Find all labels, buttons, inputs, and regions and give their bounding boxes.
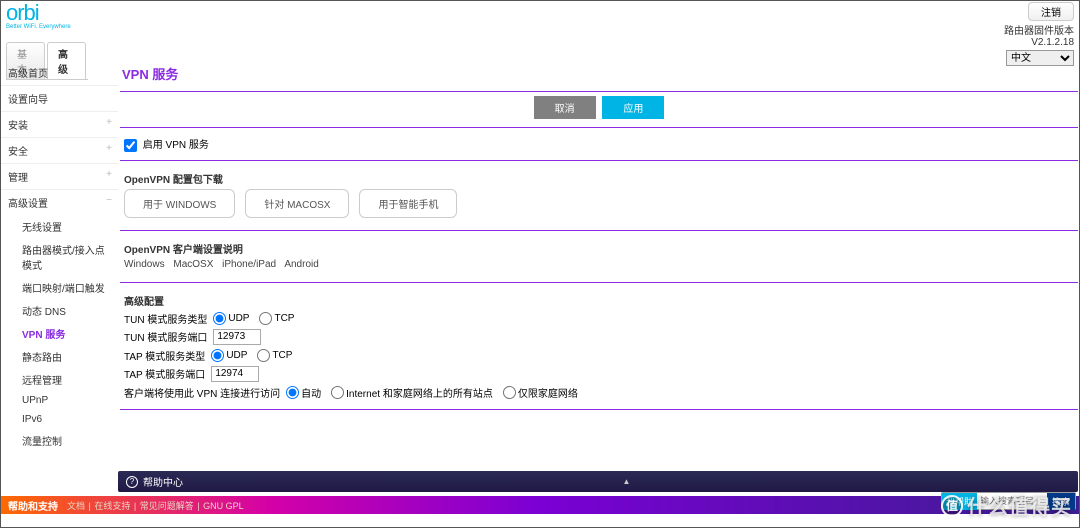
enable-vpn-label: 启用 VPN 服务 [143,140,209,151]
tun-port-label: TUN 模式服务端口 [124,329,207,344]
platform-ios[interactable]: iPhone/iPad [222,259,276,270]
support-label: 帮助和支持 [8,498,58,513]
access-home-radio[interactable] [503,386,516,399]
access-auto-radio[interactable] [286,386,299,399]
tap-udp-radio[interactable] [211,349,224,362]
sidebar-sub-ipv6[interactable]: IPv6 [0,410,118,429]
tun-port-input[interactable] [213,329,261,345]
sidebar-sub-traffic[interactable]: 流量控制 [0,429,118,452]
firmware-label: 路由器固件版本 [1004,22,1074,37]
help-icon: ? [126,476,138,488]
sidebar-item-home[interactable]: 高级首页 [0,60,118,85]
help-center-bar[interactable]: ? 帮助中心 ▲ [118,471,1078,492]
watermark-badge: 值 [941,495,963,517]
sidebar-item-install[interactable]: 安装 [0,111,118,137]
divider [120,160,1078,161]
access-all-radio[interactable] [331,386,344,399]
tap-type-label: TAP 模式服务类型 [124,348,205,363]
footer-bar: 帮助和支持 文档 | 在线支持 | 常见问题解答 | GNU GPL [0,496,1080,514]
platform-windows[interactable]: Windows [124,259,165,270]
brand-name: orbi [6,0,71,26]
help-title: 帮助中心 [143,474,183,489]
sidebar-sub-upnp[interactable]: UPnP [0,391,118,410]
footer-link-online[interactable]: 在线支持 [94,501,130,511]
enable-vpn-checkbox[interactable] [124,139,137,152]
tap-port-input[interactable] [211,366,259,382]
tap-port-label: TAP 模式服务端口 [124,366,205,381]
sidebar-sub-remote[interactable]: 远程管理 [0,368,118,391]
tun-tcp-radio[interactable] [259,312,272,325]
platform-macosx[interactable]: MacOSX [173,259,213,270]
cancel-button[interactable]: 取消 [534,96,596,119]
footer-link-docs[interactable]: 文档 [67,501,85,511]
watermark-text: 什么值得买 [967,491,1072,520]
footer-link-gpl[interactable]: GNU GPL [203,501,244,511]
advanced-heading: 高级配置 [124,293,1074,308]
sidebar-sub-route[interactable]: 静态路由 [0,345,118,368]
footer-link-faq[interactable]: 常见问题解答 [140,501,194,511]
sidebar-sub-ddns[interactable]: 动态 DNS [0,299,118,322]
sidebar-item-advanced[interactable]: 高级设置 [0,189,118,215]
platform-links: Windows MacOSX iPhone/iPad Android [124,259,1074,270]
sidebar-sub-vpn[interactable]: VPN 服务 [0,322,118,345]
instructions-heading: OpenVPN 客户端设置说明 [124,241,1074,256]
platform-android[interactable]: Android [284,259,318,270]
tap-tcp-radio[interactable] [257,349,270,362]
divider [120,409,1078,410]
download-windows-button[interactable]: 用于 WINDOWS [124,189,235,218]
sidebar-item-admin[interactable]: 管理 [0,163,118,189]
divider [120,91,1078,92]
sidebar-sub-port[interactable]: 端口映射/端口触发 [0,276,118,299]
brand-logo: orbi Better WiFi. Everywhere [6,0,71,30]
sidebar-item-wizard[interactable]: 设置向导 [0,85,118,111]
firmware-version: V2.1.2.18 [1004,37,1074,48]
sidebar-sub-mode[interactable]: 路由器模式/接入点模式 [0,238,118,276]
access-label: 客户端将使用此 VPN 连接进行访问 [124,385,280,400]
brand-tagline: Better WiFi. Everywhere [6,24,71,30]
download-mobile-button[interactable]: 用于智能手机 [359,189,457,218]
logout-button[interactable]: 注销 [1028,2,1074,21]
tun-udp-radio[interactable] [213,312,226,325]
watermark: 值 什么值得买 [941,491,1072,520]
tun-type-label: TUN 模式服务类型 [124,311,207,326]
sidebar-item-security[interactable]: 安全 [0,137,118,163]
divider [120,230,1078,231]
apply-button[interactable]: 应用 [602,96,664,119]
divider [120,127,1078,128]
download-heading: OpenVPN 配置包下载 [124,171,1074,186]
sidebar-sub-wireless[interactable]: 无线设置 [0,215,118,238]
expand-icon[interactable]: ▲ [623,477,631,486]
sidebar: 高级首页 设置向导 安装 安全 管理 高级设置 无线设置 路由器模式/接入点模式… [0,60,118,496]
download-macosx-button[interactable]: 针对 MACOSX [245,189,349,218]
page-title: VPN 服务 [120,60,1078,87]
divider [120,282,1078,283]
